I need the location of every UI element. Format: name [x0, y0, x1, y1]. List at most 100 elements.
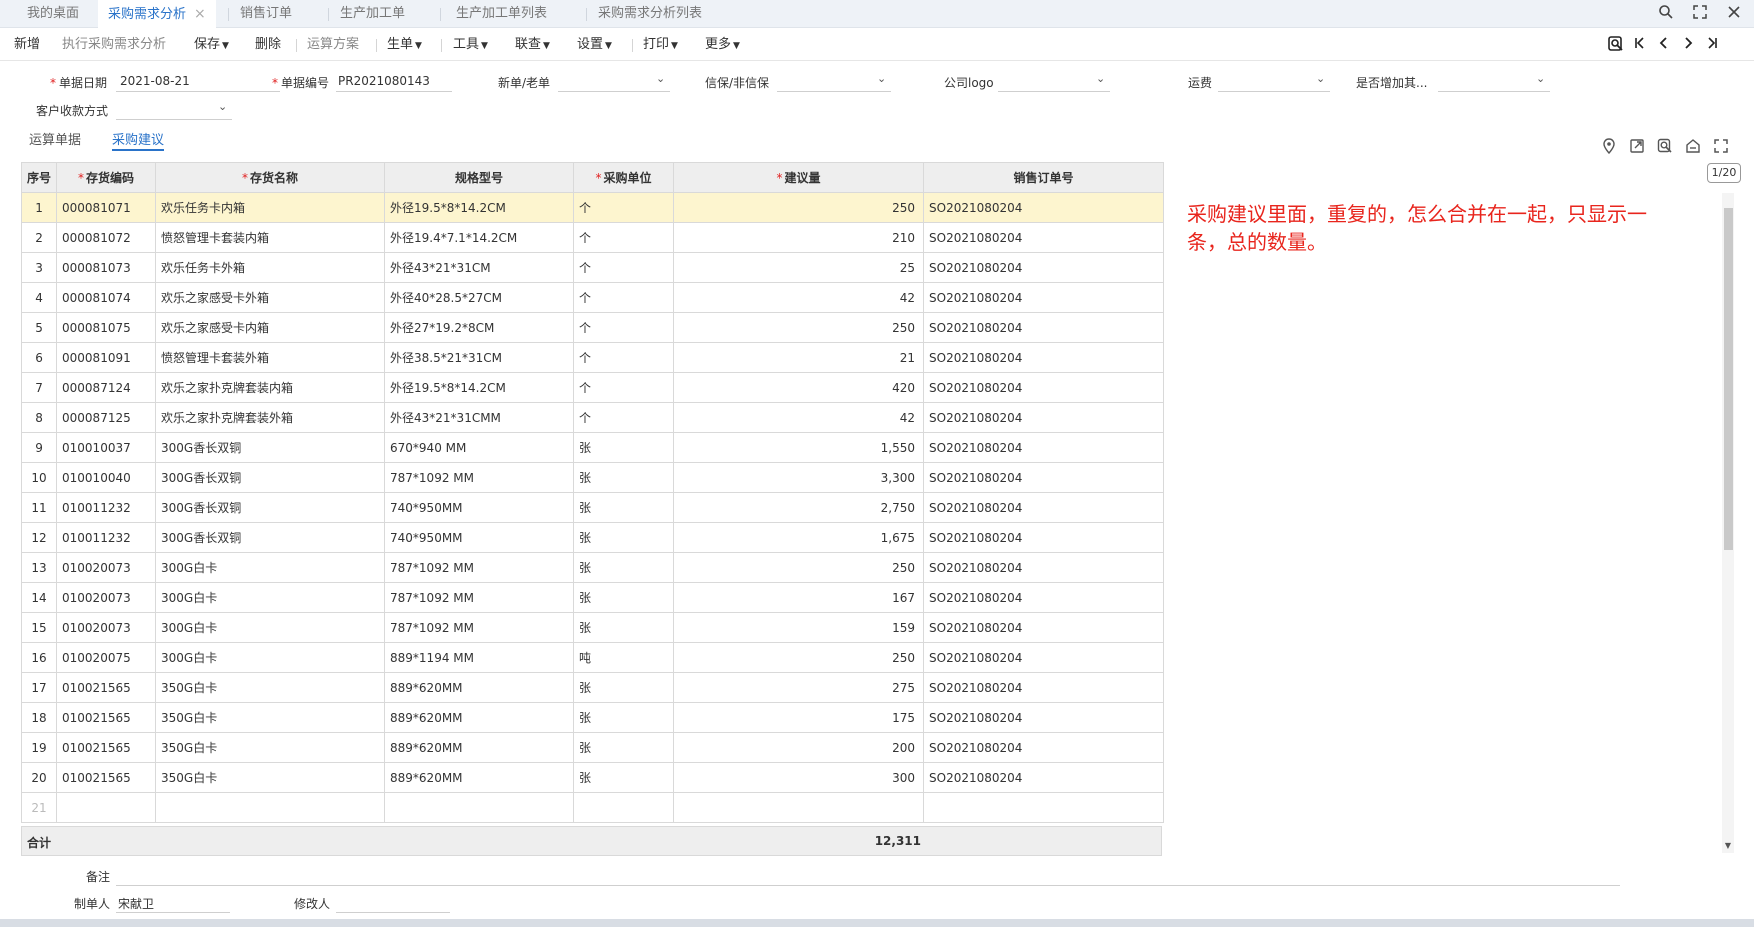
cell-qty[interactable]: 175 [673, 702, 925, 733]
cell-no[interactable]: 21 [20, 792, 58, 823]
cell-spec[interactable]: 外径38.5*21*31CM [384, 342, 575, 373]
cell-no[interactable]: 7 [20, 372, 58, 403]
cell-qty[interactable]: 250 [673, 642, 925, 673]
cell-unit[interactable]: 张 [573, 492, 675, 523]
cell-code[interactable]: 010011232 [56, 522, 157, 553]
col-header-code[interactable]: * 存货编码 [56, 162, 157, 193]
cell-unit[interactable]: 个 [573, 372, 675, 403]
cell-spec[interactable]: 740*950MM [384, 492, 575, 523]
cell-so[interactable]: SO2021080204 [923, 252, 1165, 283]
cell-no[interactable]: 11 [20, 492, 58, 523]
table-row[interactable]: 17 010021565 350G白卡 889*620MM 张 275 SO20210802… [20, 672, 1165, 703]
cell-no[interactable]: 19 [20, 732, 58, 763]
cell-unit[interactable]: 张 [573, 672, 675, 703]
cell-name[interactable]: 欢乐之家扑克牌套装外箱 [155, 402, 386, 433]
cell-name[interactable]: 350G白卡 [155, 762, 386, 793]
table-row[interactable]: 19 010021565 350G白卡 889*620MM 张 200 SO20210802… [20, 732, 1165, 763]
table-row[interactable]: 18 010021565 350G白卡 889*620MM 张 175 SO20210802… [20, 702, 1165, 733]
cell-qty[interactable]: 21 [673, 342, 925, 373]
column-settings-icon[interactable] [1684, 138, 1702, 156]
cell-so[interactable]: SO2021080204 [923, 732, 1165, 763]
cell-spec[interactable]: 889*620MM [384, 732, 575, 763]
tab-purchase-demand-analysis[interactable]: 采购需求分析 × [98, 0, 216, 28]
cell-unit[interactable]: 个 [573, 342, 675, 373]
cell-unit[interactable]: 个 [573, 312, 675, 343]
table-row[interactable]: 20 010021565 350G白卡 889*620MM 张 300 SO20210802… [20, 762, 1165, 793]
cell-spec[interactable]: 外径19.4*7.1*14.2CM [384, 222, 575, 253]
add-other-select[interactable]: 是否增加其... ⌄ [1356, 72, 1550, 92]
cell-unit[interactable]: 张 [573, 612, 675, 643]
cell-name[interactable]: 300G香长双铜 [155, 492, 386, 523]
cell-code[interactable]: 010020073 [56, 612, 157, 643]
cell-qty[interactable]: 42 [673, 402, 925, 433]
settings-button[interactable]: 设置 ▼ [577, 29, 612, 61]
cell-no[interactable]: 20 [20, 762, 58, 793]
cell-unit[interactable]: 张 [573, 462, 675, 493]
calc-plan-button[interactable]: 运算方案 [307, 29, 359, 61]
cell-qty[interactable]: 2,750 [673, 492, 925, 523]
previous-record-icon[interactable] [1654, 35, 1674, 55]
table-row[interactable]: 16 010020075 300G白卡 889*1194 MM 吨 250 SO202108… [20, 642, 1165, 673]
cell-code[interactable]: 010020073 [56, 552, 157, 583]
table-row[interactable]: 6 000081091 愤怒管理卡套装外箱 外径38.5*21*31CM 个 21 SO20… [20, 342, 1165, 373]
cell-spec[interactable]: 外径43*21*31CMM [384, 402, 575, 433]
scrollbar-thumb[interactable] [1724, 208, 1733, 550]
cell-qty[interactable]: 167 [673, 582, 925, 613]
table-row[interactable]: 11 010011232 300G香长双铜 740*950MM 张 2,750 SO2021… [20, 492, 1165, 523]
execute-analysis-button[interactable]: 执行采购需求分析 [62, 29, 166, 61]
cell-code[interactable]: 010021565 [56, 672, 157, 703]
cell-no[interactable]: 5 [20, 312, 58, 343]
cell-no[interactable]: 2 [20, 222, 58, 253]
table-row[interactable]: 2 000081072 愤怒管理卡套装内箱 外径19.4*7.1*14.2CM 个 210… [20, 222, 1165, 253]
cell-no[interactable]: 6 [20, 342, 58, 373]
cell-no[interactable]: 9 [20, 432, 58, 463]
cell-no[interactable]: 12 [20, 522, 58, 553]
cell-spec[interactable]: 787*1092 MM [384, 612, 575, 643]
cell-code[interactable]: 000081071 [56, 192, 157, 223]
tools-button[interactable]: 工具 ▼ [453, 29, 488, 61]
link-query-button[interactable]: 联查 ▼ [515, 29, 550, 61]
cell-name[interactable]: 欢乐之家扑克牌套装内箱 [155, 372, 386, 403]
cell-name[interactable] [155, 792, 386, 823]
cell-spec[interactable]: 889*1194 MM [384, 642, 575, 673]
next-record-icon[interactable] [1678, 35, 1698, 55]
cell-code[interactable] [56, 792, 157, 823]
cell-so[interactable]: SO2021080204 [923, 372, 1165, 403]
col-header-spec[interactable]: 规格型号 [384, 162, 575, 193]
more-button[interactable]: 更多 ▼ [705, 29, 740, 61]
cell-so[interactable]: SO2021080204 [923, 192, 1165, 223]
cell-no[interactable]: 16 [20, 642, 58, 673]
cell-unit[interactable]: 张 [573, 762, 675, 793]
cell-qty[interactable]: 3,300 [673, 462, 925, 493]
cell-unit[interactable]: 张 [573, 582, 675, 613]
table-row[interactable]: 9 010010037 300G香长双铜 670*940 MM 张 1,550 SO2021… [20, 432, 1165, 463]
cell-qty[interactable]: 210 [673, 222, 925, 253]
cell-code[interactable]: 000081075 [56, 312, 157, 343]
cell-qty[interactable]: 420 [673, 372, 925, 403]
cell-no[interactable]: 4 [20, 282, 58, 313]
cell-code[interactable]: 000081074 [56, 282, 157, 313]
cell-qty[interactable]: 1,550 [673, 432, 925, 463]
cell-code[interactable]: 010011232 [56, 492, 157, 523]
cell-spec[interactable]: 889*620MM [384, 702, 575, 733]
cell-name[interactable]: 300G白卡 [155, 612, 386, 643]
cell-so[interactable]: SO2021080204 [923, 612, 1165, 643]
cell-name[interactable]: 300G香长双铜 [155, 432, 386, 463]
cell-no[interactable]: 3 [20, 252, 58, 283]
table-row[interactable]: 7 000087124 欢乐之家扑克牌套装内箱 外径19.5*8*14.2CM 个 420… [20, 372, 1165, 403]
new-old-select[interactable]: 新单/老单 ⌄ [498, 72, 670, 92]
cell-no[interactable]: 15 [20, 612, 58, 643]
cell-so[interactable]: SO2021080204 [923, 432, 1165, 463]
cell-no[interactable]: 17 [20, 672, 58, 703]
cell-no[interactable]: 13 [20, 552, 58, 583]
cell-code[interactable]: 010020075 [56, 642, 157, 673]
cell-spec[interactable]: 740*950MM [384, 522, 575, 553]
close-window-icon[interactable] [1724, 4, 1744, 24]
cell-unit[interactable]: 个 [573, 222, 675, 253]
last-record-icon[interactable] [1702, 35, 1722, 55]
find-record-icon[interactable] [1606, 35, 1626, 55]
tab-production-order[interactable]: 生产加工单 [340, 0, 405, 28]
cell-spec[interactable]: 外径40*28.5*27CM [384, 282, 575, 313]
table-row[interactable]: 10 010010040 300G香长双铜 787*1092 MM 张 3,300 SO20… [20, 462, 1165, 493]
cell-so[interactable]: SO2021080204 [923, 222, 1165, 253]
